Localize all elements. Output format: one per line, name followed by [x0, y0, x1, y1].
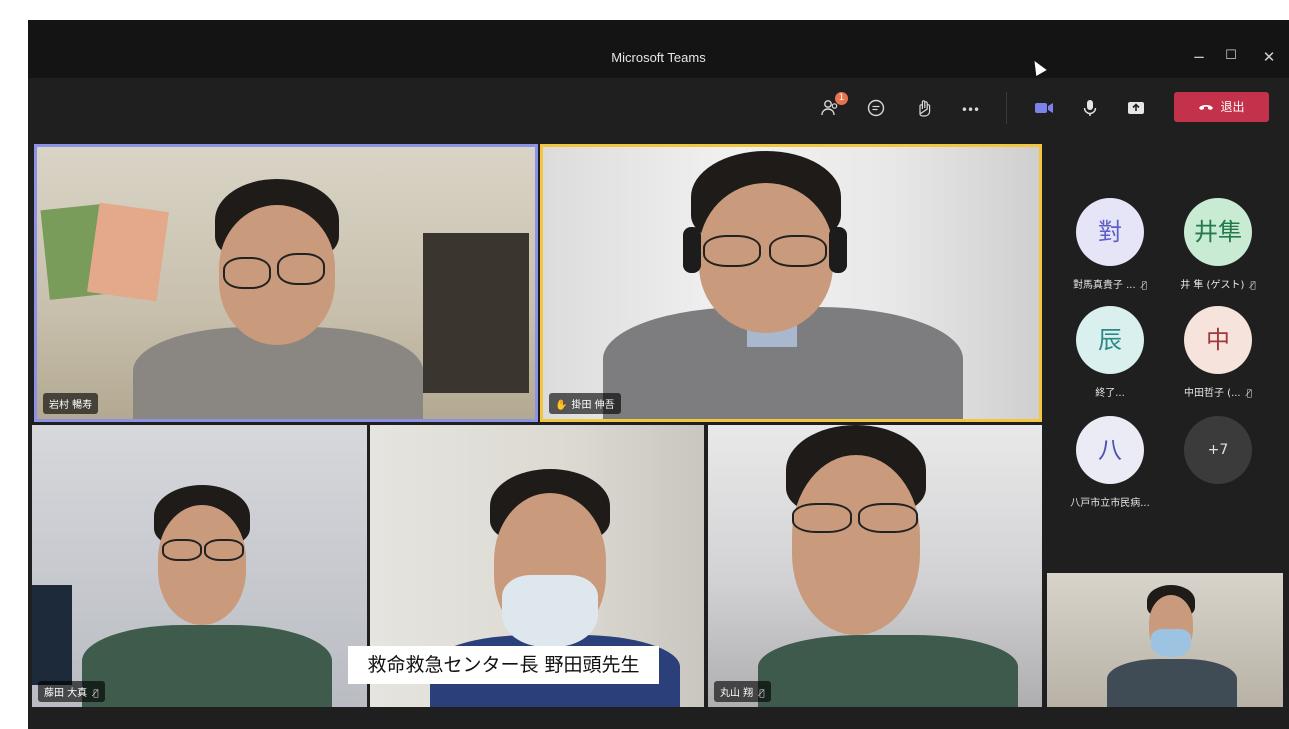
share-icon — [1128, 102, 1144, 114]
avatar-label: 井 隼 (ゲスト) 🎙̸ — [1180, 280, 1256, 291]
video-tile-2[interactable]: ✋ 掛田 伸吾 — [540, 144, 1042, 422]
raise-hand-button[interactable] — [912, 98, 936, 122]
avatar[interactable]: 中 — [1184, 306, 1252, 374]
participant-name: 岩村 暢寿 — [49, 400, 93, 411]
mic-off-icon: 🎙̸ — [93, 689, 99, 699]
monitor — [32, 585, 72, 685]
video-tile-5[interactable]: 丸山 翔 🎙̸ — [708, 425, 1042, 707]
participant-name: 掛田 伸吾 — [571, 400, 615, 411]
participant-name-tag: 藤田 大真 🎙̸ — [38, 681, 105, 702]
avatar-label: 終了... — [1095, 388, 1125, 399]
bookshelf — [423, 233, 529, 393]
avatar-label: 中田哲子 (... 🎙̸ — [1183, 388, 1253, 399]
more-button[interactable]: ••• — [958, 98, 982, 122]
wall-poster — [87, 202, 169, 302]
raise-hand-icon — [919, 100, 931, 117]
participant-name-tag: 岩村 暢寿 — [43, 393, 99, 414]
chat-button[interactable] — [864, 98, 888, 122]
video-tile-1[interactable]: 岩村 暢寿 — [34, 144, 538, 422]
camera-button[interactable] — [1032, 98, 1056, 122]
teams-window: Microsoft Teams − ☐ ✕ 1 ••• 退出 岩村 暢寿 ✋ 掛… — [28, 20, 1289, 729]
meeting-toolbar: 1 ••• 退出 — [28, 78, 1289, 136]
caption-overlay: 救命救急センター長 野田頭先生 — [348, 646, 659, 684]
avatar-label: 八戸市立市民病... — [1070, 498, 1150, 509]
camera-icon — [1035, 103, 1053, 113]
participant-name: 藤田 大真 — [44, 688, 88, 699]
more-participants-button[interactable]: +7 — [1184, 416, 1252, 484]
app-title: Microsoft Teams — [611, 50, 706, 65]
close-button[interactable]: ✕ — [1256, 48, 1282, 66]
leave-label: 退出 — [1220, 100, 1245, 114]
mic-button[interactable] — [1078, 98, 1102, 122]
minimize-button[interactable]: − — [1186, 48, 1212, 66]
avatar[interactable]: 井隼 — [1184, 198, 1252, 266]
chat-icon — [867, 99, 885, 117]
raised-hand-icon: ✋ — [555, 400, 568, 411]
avatar[interactable]: 辰 — [1076, 306, 1144, 374]
mic-off-icon: 🎙̸ — [759, 689, 765, 699]
avatar-label: 對馬真貴子 ... 🎙̸ — [1072, 280, 1148, 291]
mic-off-icon: 🎙̸ — [1250, 281, 1256, 291]
more-icon: ••• — [960, 103, 980, 117]
hangup-icon — [1198, 92, 1214, 122]
title-bar: Microsoft Teams − ☐ ✕ — [28, 20, 1289, 78]
self-view-tile[interactable] — [1047, 573, 1283, 707]
avatar[interactable]: 對 — [1076, 198, 1144, 266]
toolbar-divider — [1006, 92, 1007, 124]
video-tile-3[interactable]: 藤田 大真 🎙̸ — [32, 425, 367, 707]
mic-off-icon: 🎙̸ — [1246, 389, 1253, 399]
leave-button[interactable]: 退出 — [1174, 92, 1269, 122]
participants-badge: 1 — [835, 92, 848, 105]
participant-name-tag: ✋ 掛田 伸吾 — [549, 393, 621, 414]
maximize-button[interactable]: ☐ — [1218, 48, 1244, 63]
mic-icon — [1083, 100, 1097, 116]
participant-name: 丸山 翔 — [720, 688, 754, 699]
mic-off-icon: 🎙̸ — [1141, 281, 1148, 291]
participant-name-tag: 丸山 翔 🎙̸ — [714, 681, 771, 702]
avatar[interactable]: 八 — [1076, 416, 1144, 484]
participants-button[interactable]: 1 — [818, 92, 848, 122]
share-button[interactable] — [1124, 98, 1148, 122]
